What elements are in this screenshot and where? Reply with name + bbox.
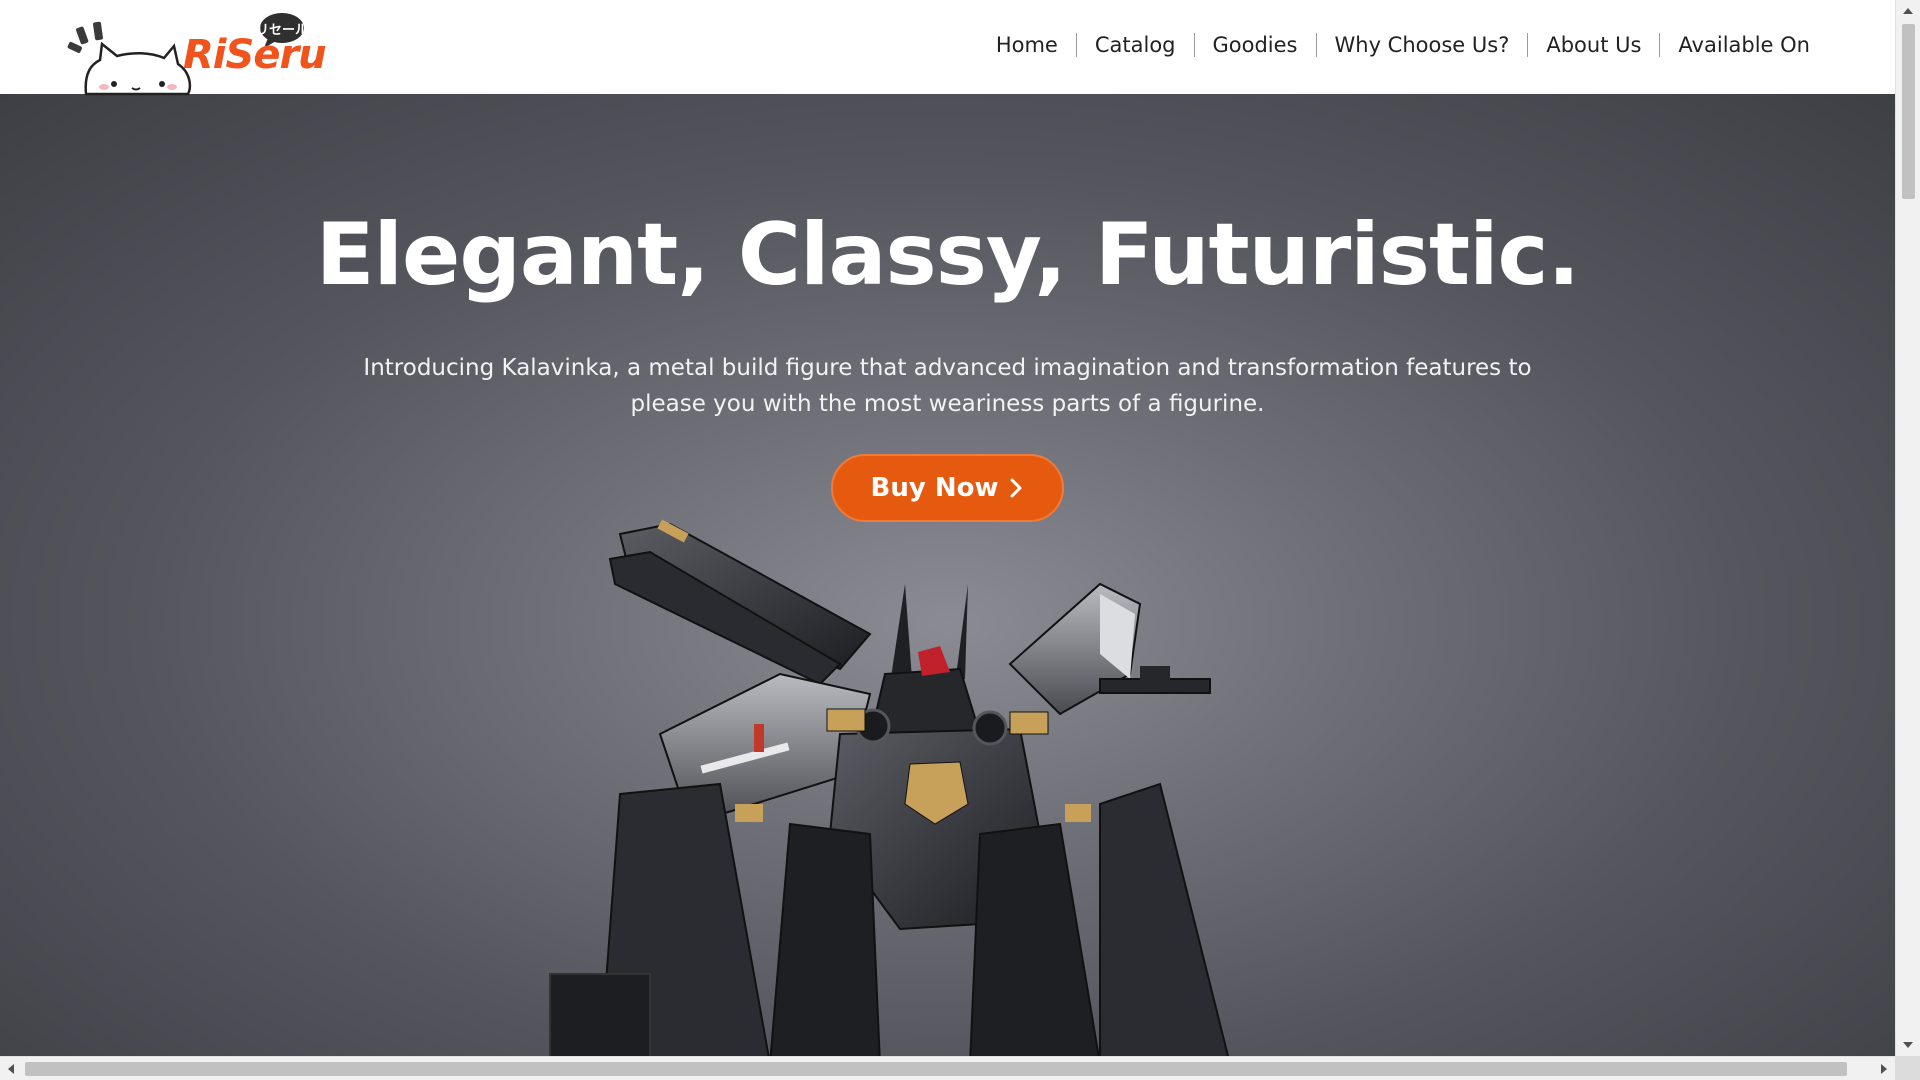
site-header: リセール RiSeru Home Catalog Goodies Why Cho…: [0, 0, 1895, 96]
nav-goodies[interactable]: Goodies: [1195, 30, 1316, 60]
arrow-right-icon[interactable]: [1881, 1064, 1887, 1074]
horizontal-scrollbar[interactable]: [0, 1056, 1895, 1080]
hero-subtitle: Introducing Kalavinka, a metal build fig…: [360, 350, 1535, 422]
hero-title: Elegant, Classy, Futuristic.: [315, 205, 1580, 305]
svg-text:RiSeru: RiSeru: [183, 32, 326, 78]
hero-subtitle-line-2: please you with the most weariness parts…: [630, 391, 1265, 417]
main-nav: Home Catalog Goodies Why Choose Us? Abou…: [978, 30, 1828, 60]
buy-now-label: Buy Now: [870, 473, 999, 503]
hero-subtitle-line-1: Introducing Kalavinka, a metal build fig…: [363, 355, 1532, 381]
vertical-scrollbar[interactable]: [1895, 0, 1920, 1056]
arrow-up-icon[interactable]: [1903, 8, 1913, 14]
nav-about-us[interactable]: About Us: [1528, 30, 1659, 60]
site-logo[interactable]: リセール RiSeru: [62, 12, 332, 96]
horizontal-scroll-thumb[interactable]: [25, 1062, 1847, 1076]
nav-home[interactable]: Home: [978, 30, 1076, 60]
scrollbar-corner: [1895, 1056, 1920, 1080]
page-viewport: リセール RiSeru Home Catalog Goodies Why Cho…: [0, 0, 1895, 1056]
arrow-down-icon[interactable]: [1903, 1042, 1913, 1048]
hero-section: Elegant, Classy, Futuristic. Introducing…: [0, 94, 1895, 1056]
robot-figure-image: [549, 519, 1230, 1056]
nav-available-on[interactable]: Available On: [1660, 30, 1828, 60]
vertical-scroll-thumb[interactable]: [1902, 24, 1915, 199]
chevron-right-icon: [1010, 478, 1022, 498]
riseru-logo-icon: リセール RiSeru: [67, 13, 327, 96]
arrow-left-icon[interactable]: [8, 1064, 14, 1074]
nav-catalog[interactable]: Catalog: [1077, 30, 1194, 60]
nav-why-choose-us[interactable]: Why Choose Us?: [1317, 30, 1528, 60]
